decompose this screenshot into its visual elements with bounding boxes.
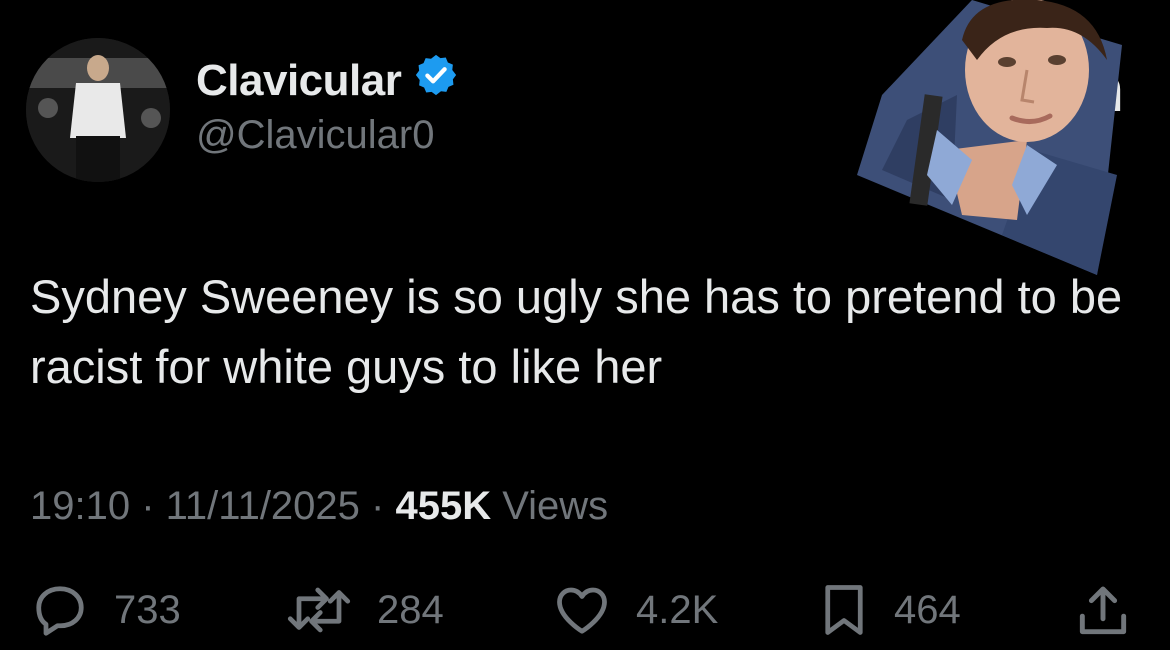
tweet-text: Sydney Sweeney is so ugly she has to pre… xyxy=(30,270,1123,393)
display-name-text[interactable]: Clavicular xyxy=(196,56,402,106)
like-button[interactable]: 4.2K xyxy=(550,580,718,640)
author-display-name[interactable]: Clavicular xyxy=(196,52,459,109)
repost-count: 284 xyxy=(377,587,444,632)
reply-button[interactable]: 733 xyxy=(28,580,181,640)
tweet-date[interactable]: 11/11/2025 xyxy=(166,484,360,528)
share-icon xyxy=(1072,580,1134,642)
repost-icon xyxy=(283,580,355,640)
repost-button[interactable]: 284 xyxy=(283,580,444,640)
bookmark-count: 464 xyxy=(894,587,961,632)
meta-separator: · xyxy=(359,484,396,528)
heart-icon xyxy=(550,580,614,640)
cutout-photo-sticker xyxy=(852,0,1122,275)
views-count[interactable]: 455K xyxy=(395,484,491,528)
views-label: Views xyxy=(491,484,609,528)
meta-separator: · xyxy=(130,484,166,528)
tweet-time[interactable]: 19:10 xyxy=(30,484,130,528)
share-button[interactable] xyxy=(1072,580,1134,642)
avatar[interactable] xyxy=(26,38,170,182)
author-handle[interactable]: @Clavicular0 xyxy=(196,113,434,158)
reply-icon xyxy=(28,580,92,640)
like-count: 4.2K xyxy=(636,587,719,632)
verified-badge-icon xyxy=(413,52,459,109)
reply-count: 733 xyxy=(114,587,181,632)
tweet-action-bar: 733 284 4.2K 464 xyxy=(0,580,1170,644)
bookmark-icon xyxy=(816,580,872,640)
bookmark-button[interactable]: 464 xyxy=(816,580,961,640)
tweet-meta: 19:10 · 11/11/2025 · 455K Views xyxy=(30,484,608,529)
